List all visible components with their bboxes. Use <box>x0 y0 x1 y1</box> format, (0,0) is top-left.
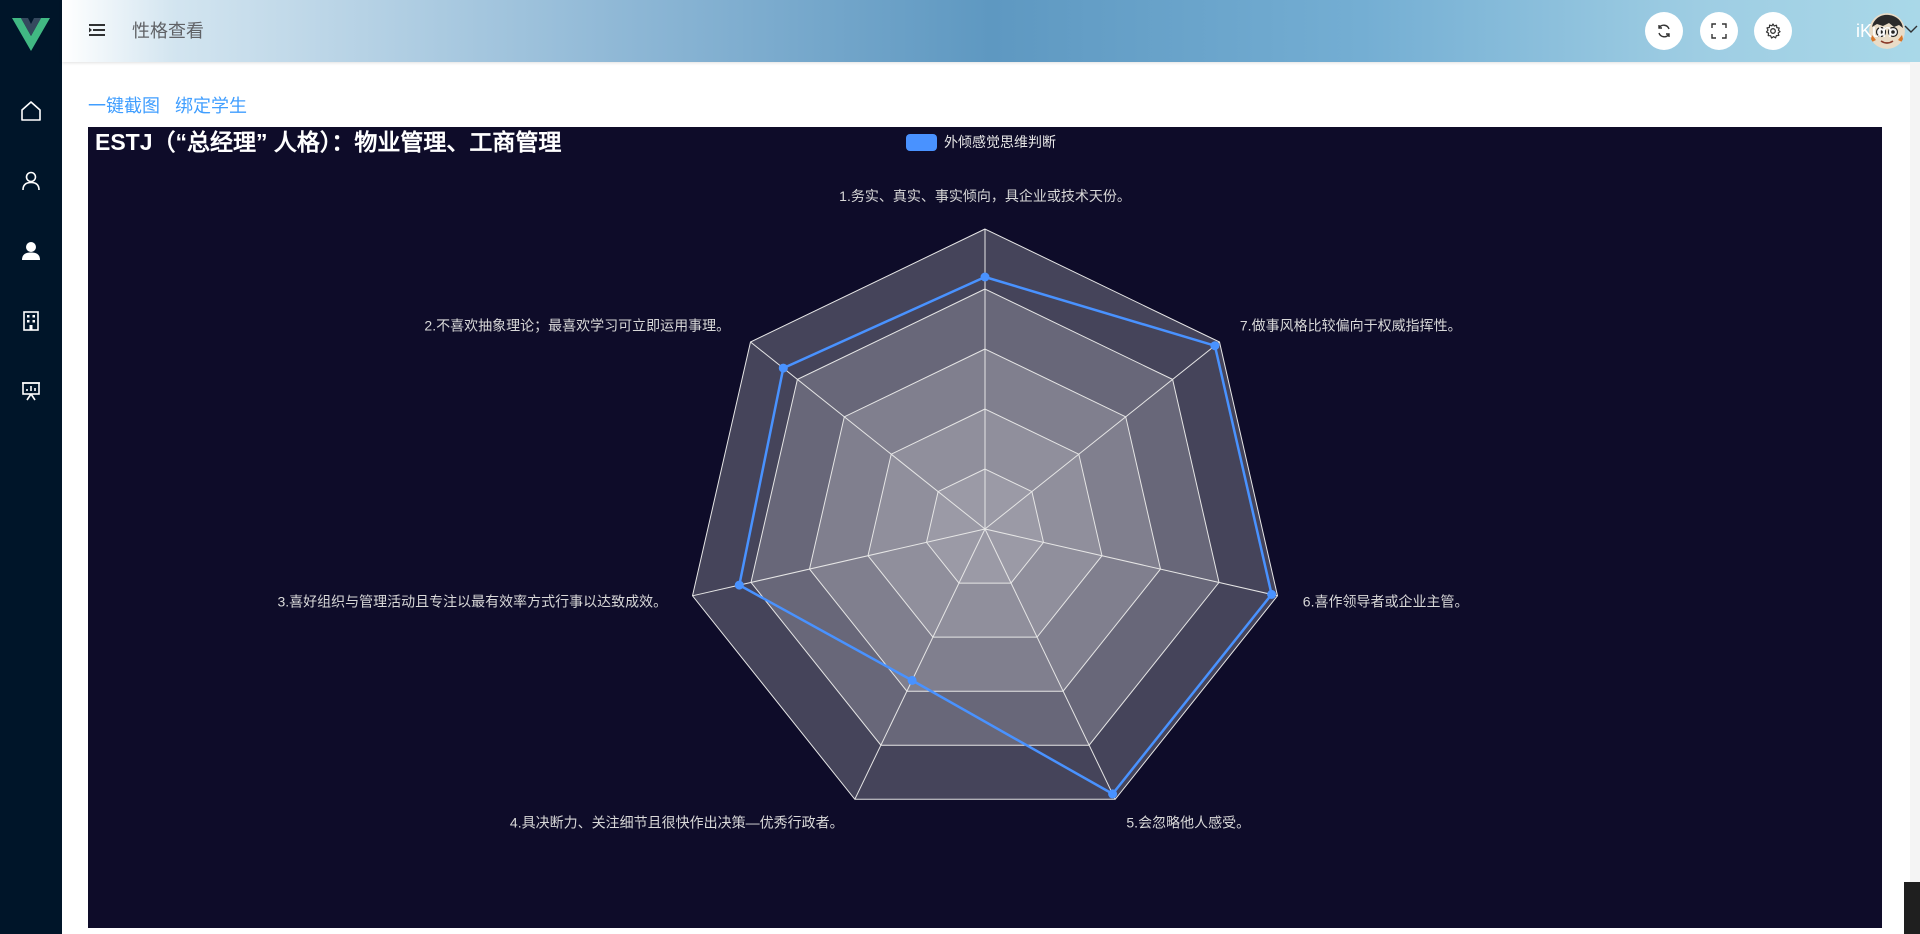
radar-data-point <box>1267 589 1277 599</box>
building-icon <box>23 311 39 331</box>
radar-indicator-label: 7.做事风格比较偏向于权威指挥性。 <box>1240 318 1462 334</box>
radar-data-point <box>778 363 788 373</box>
settings-icon <box>1765 23 1781 39</box>
sidebar-item-building[interactable] <box>0 296 62 346</box>
fullscreen-button[interactable] <box>1700 12 1738 50</box>
refresh-icon <box>1658 24 1670 38</box>
radar-chart: ESTJ（“总经理” 人格）：物业管理、工商管理 外倾感觉思维判断 1.务实、真实、… <box>95 129 1469 831</box>
sidebar-item-user[interactable] <box>0 156 62 206</box>
refresh-button[interactable] <box>1645 12 1683 50</box>
hamburger-icon <box>89 24 105 36</box>
radar-data-point <box>980 272 990 282</box>
radar-indicator-label: 4.具决断力、关注细节且很快作出决策—优秀行政者。 <box>510 815 844 831</box>
radar-indicator-label: 3.喜好组织与管理活动且专注以最有效率方式行事以达致成效。 <box>278 594 668 610</box>
legend-swatch <box>906 134 937 151</box>
user-outline-icon <box>22 171 40 191</box>
radar-data-point <box>1108 789 1118 799</box>
page-scrollbar[interactable] <box>1910 62 1920 934</box>
fullscreen-icon <box>1711 23 1727 39</box>
sidebar-item-home[interactable] <box>0 86 62 136</box>
radar-indicator-label: 1.务实、真实、事实倾向，具企业或技术天份。 <box>839 188 1131 204</box>
chart-title: ESTJ（“总经理” 人格）：物业管理、工商管理 <box>95 129 561 155</box>
username[interactable]: iKun <box>1856 20 1892 42</box>
radar-data-point <box>907 675 917 685</box>
sidebar-item-personality[interactable] <box>0 226 62 276</box>
settings-button[interactable] <box>1754 12 1792 50</box>
chart-panel: ESTJ（“总经理” 人格）：物业管理、工商管理 外倾感觉思维判断 1.务实、真实、… <box>88 127 1882 928</box>
vue-logo-icon[interactable] <box>12 16 50 52</box>
sidebar-item-presentation[interactable] <box>0 366 62 416</box>
radar-indicator-label: 5.会忽略他人感受。 <box>1126 815 1250 831</box>
menu-toggle-button[interactable] <box>88 21 106 39</box>
screenshot-button[interactable]: 一键截图 <box>88 95 160 117</box>
presentation-icon <box>22 382 40 401</box>
bind-student-button[interactable]: 绑定学生 <box>175 95 247 117</box>
scrollbar-thumb[interactable] <box>1904 882 1920 934</box>
home-icon <box>21 101 41 121</box>
sidebar <box>0 0 62 934</box>
legend-label: 外倾感觉思维判断 <box>944 134 1056 150</box>
top-bar: 性格查看 iKun <box>62 0 1920 62</box>
chevron-down-icon[interactable] <box>1904 24 1918 34</box>
radar-data-point <box>1210 341 1220 351</box>
radar-indicator-label: 6.喜作领导者或企业主管。 <box>1303 594 1469 610</box>
user-filled-icon <box>22 242 40 260</box>
radar-data-point <box>734 580 744 590</box>
page-title: 性格查看 <box>132 21 204 41</box>
radar-indicator-label: 2.不喜欢抽象理论；最喜欢学习可立即运用事理。 <box>424 318 730 335</box>
